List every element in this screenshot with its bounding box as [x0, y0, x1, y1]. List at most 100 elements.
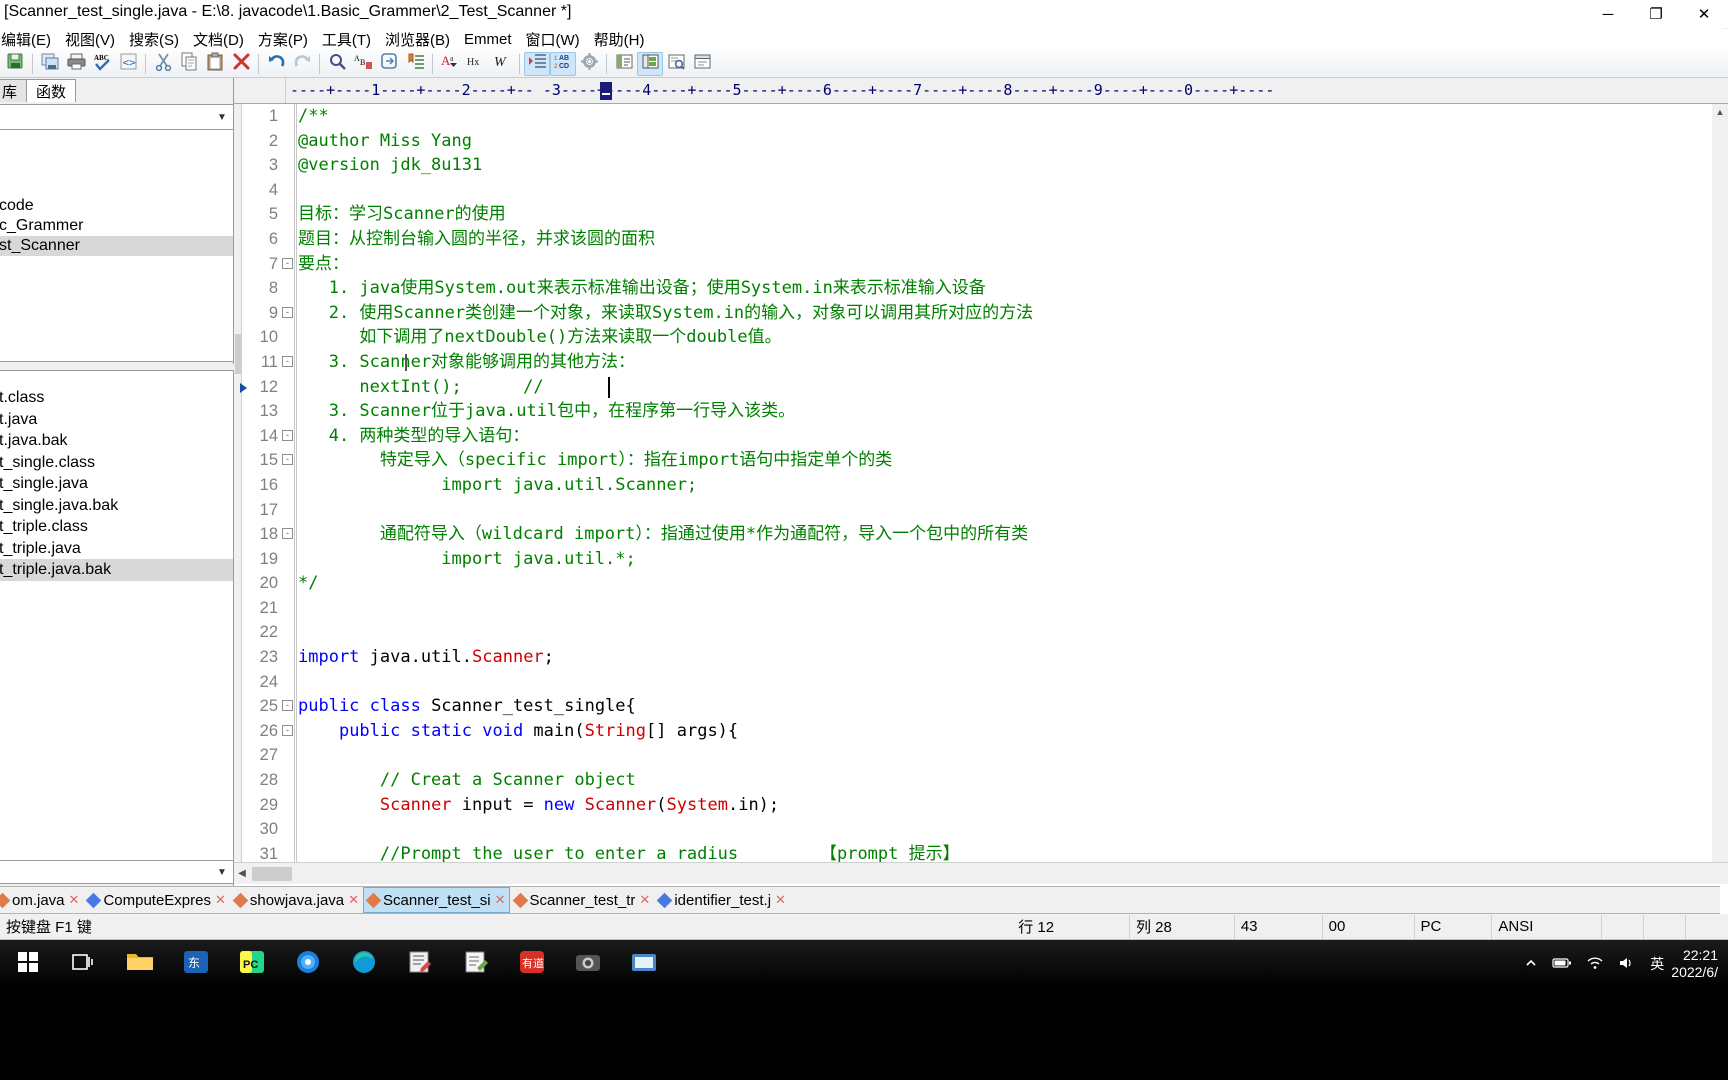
tree-item-1[interactable]: c_Grammer	[0, 216, 233, 236]
directory-tree[interactable]: code c_Grammer st_Scanner	[0, 130, 234, 362]
taskbar-editplus-button[interactable]	[392, 940, 448, 988]
taskbar-dongfang-button[interactable]: 东	[168, 940, 224, 988]
code-line[interactable]: 23 import java.util.Scanner;	[242, 645, 1728, 670]
copy-button[interactable]	[176, 52, 202, 76]
code-line[interactable]: 29 Scanner input = new Scanner(System.in…	[242, 793, 1728, 818]
file-item-5[interactable]: t_single.java.bak	[0, 495, 233, 517]
menu-item-2[interactable]: 搜索(S)	[122, 28, 186, 50]
code-line[interactable]: 6 题目：从控制台输入圆的半径，并求该圆的面积	[242, 227, 1728, 252]
spellcheck-button[interactable]: ABC	[89, 52, 115, 76]
save-button[interactable]	[2, 52, 28, 76]
left-panel-tab-0[interactable]: 库	[0, 79, 28, 102]
code-line[interactable]: 27	[242, 743, 1728, 768]
code-line[interactable]: 19 import java.util.*;	[242, 547, 1728, 572]
document-tab-4[interactable]: Scanner_test_tr ✕	[510, 887, 655, 913]
code-tags-button[interactable]: <>	[115, 52, 141, 76]
close-icon[interactable]: ✕	[69, 892, 80, 908]
file-list[interactable]: t.class t.java t.java.bak t_single.class t_s…	[0, 370, 234, 866]
undo-button[interactable]	[263, 52, 289, 76]
code-line[interactable]: 13 3. Scanner位于java.util包中，在程序第一行导入该类。	[242, 399, 1728, 424]
code-line[interactable]: 8 1. java使用System.out来表示标准输出设备；使用System.…	[242, 276, 1728, 301]
code-line[interactable]: 21	[242, 596, 1728, 621]
code-line[interactable]: 28 // Creat a Scanner object	[242, 768, 1728, 793]
taskbar-windows-start-button[interactable]	[0, 940, 56, 988]
document-tab-0[interactable]: om.java ✕	[0, 887, 83, 913]
panel-split-button[interactable]	[637, 51, 663, 76]
close-icon[interactable]: ✕	[215, 892, 226, 908]
tray-chevron-up[interactable]	[1517, 956, 1545, 973]
fold-toggle-icon[interactable]: -	[282, 355, 293, 367]
code-editor[interactable]: 1 /** 2 @author Miss Yang 3 @version jdk_8u13…	[234, 104, 1728, 862]
document-tab-3[interactable]: Scanner_test_si ✕	[363, 887, 510, 913]
close-icon[interactable]: ✕	[495, 892, 506, 908]
tray-wifi[interactable]	[1579, 956, 1611, 973]
taskbar-task-view-button[interactable]	[56, 940, 112, 988]
taskbar-edge-button[interactable]	[336, 940, 392, 988]
hscroll-track[interactable]	[250, 863, 1728, 884]
redo-button[interactable]	[289, 52, 315, 76]
taskbar-notepad-plus-button[interactable]	[448, 940, 504, 988]
replace-button[interactable]: AB	[350, 52, 376, 76]
file-item-3[interactable]: t_single.class	[0, 452, 233, 474]
code-line[interactable]: 10 如下调用了nextDouble()方法来读取一个double值。	[242, 325, 1728, 350]
document-tab-2[interactable]: showjava.java ✕	[230, 887, 363, 913]
close-icon[interactable]: ✕	[348, 892, 359, 908]
code-area[interactable]: 1 /** 2 @author Miss Yang 3 @version jdk_8u13…	[240, 104, 1728, 862]
code-line[interactable]: 11- 3. Scanner对象能够调用的其他方法：	[242, 350, 1728, 375]
hex-button[interactable]: Hx	[463, 52, 489, 76]
fold-toggle-icon[interactable]: -	[282, 454, 293, 466]
code-line[interactable]: 31 //Prompt the user to enter a radius 【…	[242, 842, 1728, 862]
scroll-left-icon[interactable]: ◀	[234, 864, 250, 884]
file-item-8[interactable]: t_triple.java.bak	[0, 559, 233, 581]
editor-hscrollbar[interactable]: ◀	[234, 862, 1728, 884]
cut-button[interactable]	[150, 52, 176, 76]
tray-volume[interactable]	[1611, 956, 1643, 973]
menu-item-8[interactable]: 窗口(W)	[519, 28, 587, 50]
tree-item-0[interactable]: code	[0, 196, 233, 216]
menu-item-1[interactable]: 视图(V)	[58, 28, 122, 50]
file-item-2[interactable]: t.java.bak	[0, 430, 233, 452]
minimap-thumb[interactable]	[235, 334, 241, 374]
menu-item-4[interactable]: 方案(P)	[251, 28, 315, 50]
fold-toggle-icon[interactable]: -	[282, 306, 293, 318]
code-line[interactable]: 24	[242, 670, 1728, 695]
fold-toggle-icon[interactable]: -	[282, 257, 293, 269]
code-line[interactable]: 4	[242, 178, 1728, 203]
font-color-button[interactable]: Aa	[437, 52, 463, 76]
indent-button[interactable]	[524, 51, 550, 76]
directory-combobox[interactable]: ▼	[0, 104, 234, 130]
code-line[interactable]: 12 nextInt(); //	[240, 375, 1728, 400]
code-line[interactable]: 5 目标：学习Scanner的使用	[242, 202, 1728, 227]
menu-item-6[interactable]: 浏览器(B)	[378, 28, 457, 50]
code-line[interactable]: 15- 特定导入（specific import）：指在import语句中指定单…	[242, 448, 1728, 473]
bookmark-button[interactable]	[402, 52, 428, 76]
taskbar-camera-button[interactable]	[560, 940, 616, 988]
code-line[interactable]: 2 @author Miss Yang	[242, 129, 1728, 154]
delete-button[interactable]	[228, 52, 254, 76]
goto-button[interactable]	[376, 52, 402, 76]
code-line[interactable]: 9- 2. 使用Scanner类创建一个对象，来读取System.in的输入，对…	[242, 301, 1728, 326]
print-button[interactable]	[63, 52, 89, 76]
fold-toggle-icon[interactable]: -	[282, 429, 293, 441]
code-line[interactable]: 16 import java.util.Scanner;	[242, 473, 1728, 498]
tray-battery[interactable]	[1545, 956, 1579, 973]
fold-toggle-icon[interactable]: -	[282, 700, 293, 712]
fold-toggle-icon[interactable]: -	[282, 724, 293, 736]
code-line[interactable]: 17	[242, 498, 1728, 523]
tray-ime[interactable]: 英	[1643, 954, 1671, 974]
minimize-button[interactable]: ─	[1584, 0, 1632, 28]
settings-button[interactable]	[576, 52, 602, 76]
filter-combobox[interactable]: ▼	[0, 860, 234, 884]
save-all-button[interactable]	[37, 52, 63, 76]
code-line[interactable]: 26- public static void main(String[] arg…	[242, 719, 1728, 744]
close-button[interactable]: ✕	[1680, 0, 1728, 28]
chevron-down-icon[interactable]: ▼	[211, 860, 233, 884]
menu-item-3[interactable]: 文档(D)	[186, 28, 251, 50]
taskbar-clock[interactable]: 22:21 2022/6/	[1671, 947, 1728, 981]
numbering-button[interactable]: 1 AB 2 CD	[550, 51, 576, 76]
tree-item-2[interactable]: st_Scanner	[0, 236, 233, 256]
document-tab-5[interactable]: identifier_test.j ✕	[654, 887, 790, 913]
editor-vscrollbar[interactable]: ▲	[1712, 104, 1728, 862]
file-item-6[interactable]: t_triple.class	[0, 516, 233, 538]
code-line[interactable]: 3 @version jdk_8u131	[242, 153, 1728, 178]
